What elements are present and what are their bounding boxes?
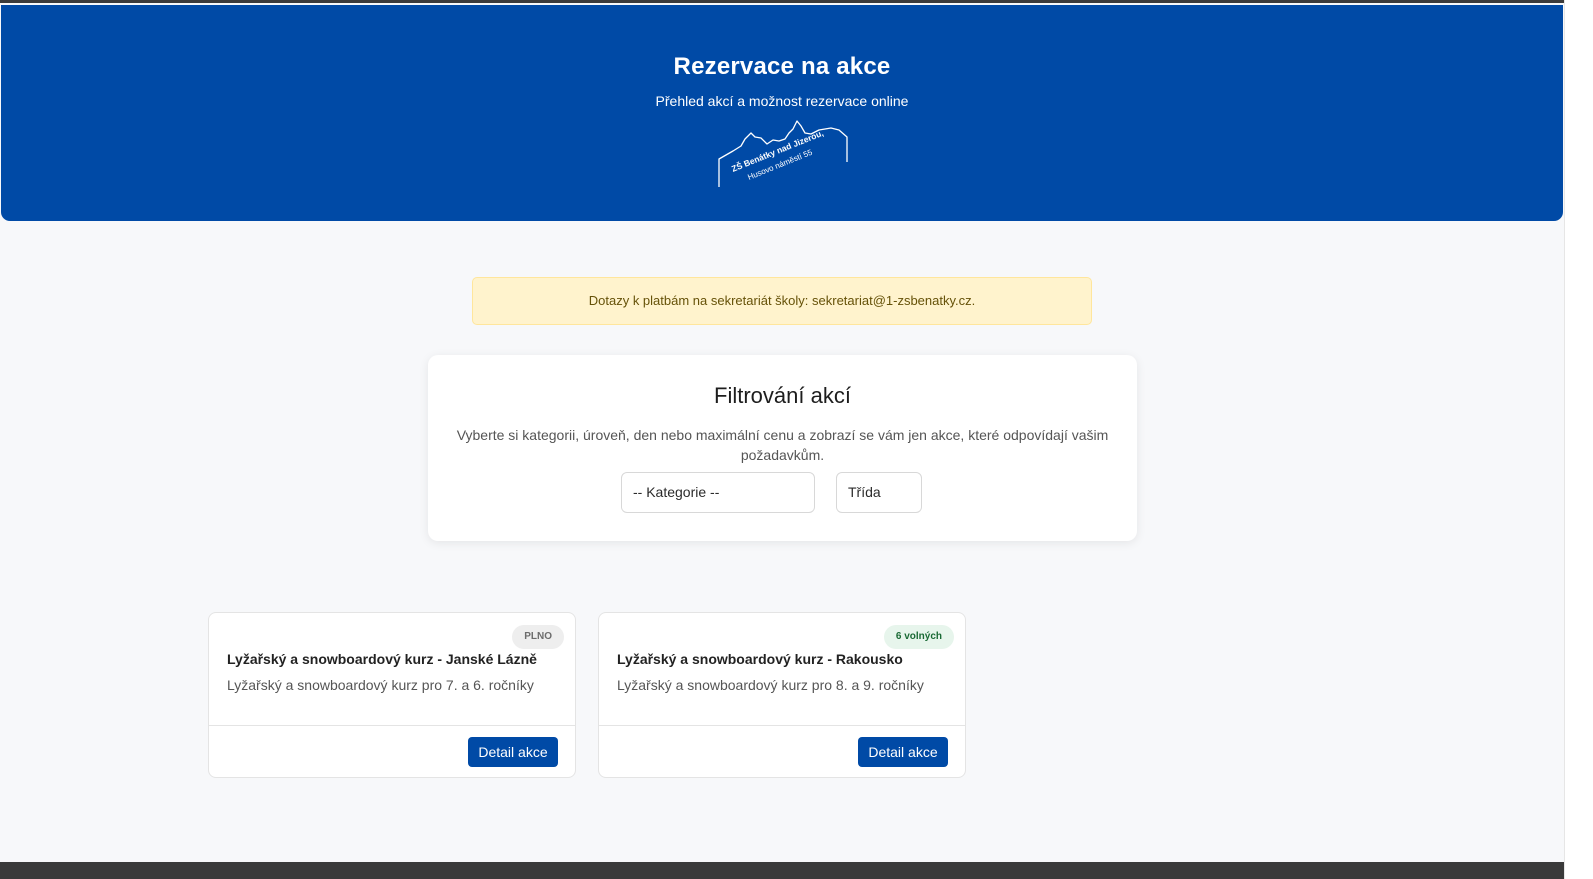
page-header: Rezervace na akce Přehled akcí a možnost… — [1, 5, 1563, 221]
status-badge: 6 volných — [883, 625, 954, 649]
event-title: Lyžařský a snowboardový kurz - Janské Lá… — [227, 651, 537, 667]
filter-description: Vyberte si kategorii, úroveň, den nebo m… — [456, 427, 1109, 463]
event-description: Lyžařský a snowboardový kurz pro 7. a 6.… — [227, 677, 534, 693]
event-card-footer: Detail akce — [599, 725, 965, 777]
event-description: Lyžařský a snowboardový kurz pro 8. a 9.… — [617, 677, 924, 693]
event-card: PLNO Lyžařský a snowboardový kurz - Jans… — [208, 612, 576, 778]
event-card-footer: Detail akce — [209, 725, 575, 777]
event-card: 6 volných Lyžařský a snowboardový kurz -… — [598, 612, 966, 778]
page-viewport: Rezervace na akce Přehled akcí a možnost… — [0, 0, 1564, 862]
detail-button[interactable]: Detail akce — [468, 737, 558, 767]
event-title: Lyžařský a snowboardový kurz - Rakousko — [617, 651, 903, 667]
payment-notice: Dotazy k platbám na sekretariát školy: s… — [472, 277, 1092, 325]
payment-notice-text: Dotazy k platbám na sekretariát školy: s… — [588, 293, 976, 308]
status-badge: PLNO — [512, 625, 564, 649]
page-title: Rezervace na akce — [673, 53, 891, 80]
school-logo: ZŠ Benátky nad Jizerou, Husovo náměstí 5… — [718, 120, 848, 187]
window-scrollbar[interactable] — [1564, 0, 1593, 879]
filter-panel: Filtrování akcí Vyberte si kategorii, úr… — [428, 355, 1137, 541]
detail-button[interactable]: Detail akce — [858, 737, 948, 767]
category-select[interactable]: -- Kategorie -- — [621, 472, 815, 513]
class-select[interactable]: Třída — [836, 472, 922, 513]
filter-title: Filtrování akcí — [714, 383, 851, 408]
page-subtitle: Přehled akcí a možnost rezervace online — [655, 93, 909, 109]
